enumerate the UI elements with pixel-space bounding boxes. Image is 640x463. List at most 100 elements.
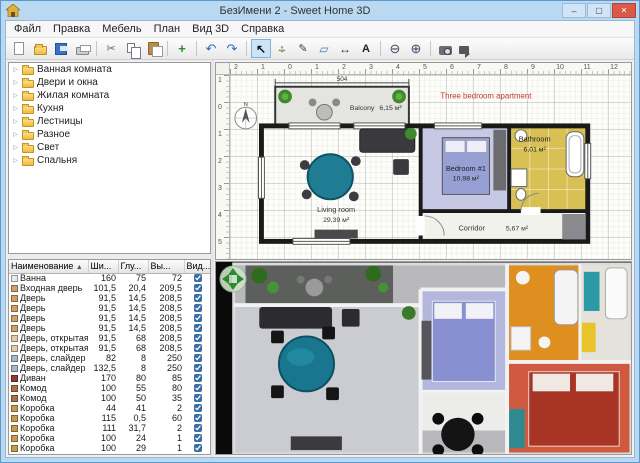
dimension-line[interactable]: 504: [275, 76, 409, 87]
close-button[interactable]: [612, 3, 636, 18]
catalog-category[interactable]: Спальня: [9, 154, 210, 167]
paste-button[interactable]: [143, 39, 163, 58]
visible-checkbox[interactable]: [194, 324, 202, 332]
compass[interactable]: N: [235, 102, 257, 129]
table-row[interactable]: Дверь91,514,5208,5: [9, 314, 211, 324]
visible-checkbox[interactable]: [194, 384, 202, 392]
toilet[interactable]: [516, 189, 526, 201]
washing-machine[interactable]: [511, 169, 527, 187]
table-row[interactable]: Диван1708085: [9, 374, 211, 384]
corridor-cabinet[interactable]: [562, 214, 586, 239]
expand-icon[interactable]: [12, 66, 19, 73]
zoom-in-button[interactable]: [406, 39, 426, 58]
create-video-button[interactable]: [456, 39, 476, 58]
column-header-name[interactable]: Наименование ▲: [9, 260, 88, 273]
plan-canvas[interactable]: 504: [230, 75, 631, 259]
table-row[interactable]: Ванна1607572: [9, 273, 211, 284]
select-button[interactable]: [251, 39, 271, 58]
visible-checkbox[interactable]: [194, 434, 202, 442]
catalog-category[interactable]: Кухня: [9, 102, 210, 115]
balcony-chair[interactable]: [309, 98, 317, 106]
table-row[interactable]: Коробка44412: [9, 404, 211, 414]
navigation-control[interactable]: [219, 265, 247, 293]
bedroom-furniture[interactable]: [442, 130, 506, 195]
print-button[interactable]: [72, 39, 92, 58]
copy-button[interactable]: [122, 39, 142, 58]
menu-item-5[interactable]: Справка: [235, 22, 290, 36]
table-row[interactable]: Дверь91,514,5208,5: [9, 324, 211, 334]
titlebar[interactable]: БезИмени 2 - Sweet Home 3D: [1, 1, 639, 20]
expand-icon[interactable]: [12, 131, 19, 138]
visible-checkbox[interactable]: [194, 304, 202, 312]
catalog-category[interactable]: Двери и окна: [9, 76, 210, 89]
visible-checkbox[interactable]: [194, 374, 202, 382]
round-table[interactable]: [308, 154, 353, 199]
tv-stand[interactable]: [315, 230, 358, 239]
column-header-height[interactable]: Вы...: [148, 260, 184, 273]
new-document-button[interactable]: [9, 39, 29, 58]
undo-button[interactable]: [201, 39, 221, 58]
plan-title[interactable]: Three bedroom apartment: [440, 92, 532, 101]
visible-checkbox[interactable]: [194, 454, 202, 456]
catalog-category[interactable]: Жилая комната: [9, 89, 210, 102]
balcony-table[interactable]: [316, 104, 332, 120]
create-rooms-button[interactable]: [314, 39, 334, 58]
armchair[interactable]: [393, 159, 409, 175]
table-row[interactable]: Коробка100241: [9, 434, 211, 444]
catalog-category[interactable]: Ванная комната: [9, 63, 210, 76]
save-button[interactable]: [51, 39, 71, 58]
visible-checkbox[interactable]: [194, 354, 202, 362]
minimize-button[interactable]: [562, 3, 586, 18]
table-row[interactable]: Коробка1150,560: [9, 414, 211, 424]
menu-item-2[interactable]: Мебель: [96, 22, 147, 36]
living-room-furniture[interactable]: [300, 128, 417, 239]
add-furniture-button[interactable]: [172, 39, 192, 58]
visible-checkbox[interactable]: [194, 424, 202, 432]
expand-icon[interactable]: [12, 144, 19, 151]
visible-checkbox[interactable]: [194, 284, 202, 292]
chair[interactable]: [302, 190, 312, 200]
chair[interactable]: [300, 160, 310, 170]
column-header-depth[interactable]: Глу...: [118, 260, 148, 273]
table-row[interactable]: Входная дверь101,520,4209,5: [9, 284, 211, 294]
table-row[interactable]: Комод1005035: [9, 394, 211, 404]
furniture-catalog[interactable]: Ванная комнатаДвери и окнаЖилая комнатаК…: [8, 62, 211, 254]
expand-icon[interactable]: [12, 105, 19, 112]
visible-checkbox[interactable]: [194, 404, 202, 412]
catalog-category[interactable]: Свет: [9, 141, 210, 154]
column-header-visible[interactable]: Вид...: [184, 260, 211, 273]
visible-checkbox[interactable]: [194, 344, 202, 352]
balcony-room[interactable]: Balcony 6,15 м²: [275, 87, 409, 126]
cut-button[interactable]: [101, 39, 121, 58]
create-walls-button[interactable]: [293, 39, 313, 58]
menu-item-4[interactable]: Вид 3D: [186, 22, 235, 36]
expand-icon[interactable]: [12, 157, 19, 164]
table-row[interactable]: Коробка11131,72: [9, 424, 211, 434]
redo-button[interactable]: [222, 39, 242, 58]
chair[interactable]: [351, 156, 361, 166]
3d-view[interactable]: [215, 261, 632, 455]
catalog-category[interactable]: Разное: [9, 128, 210, 141]
plant-icon[interactable]: [405, 128, 417, 140]
menu-item-3[interactable]: План: [148, 22, 187, 36]
visible-checkbox[interactable]: [194, 314, 202, 322]
wardrobe[interactable]: [493, 130, 506, 191]
maximize-button[interactable]: [587, 3, 611, 18]
table-row[interactable]: Дверь91,514,5208,5: [9, 304, 211, 314]
expand-icon[interactable]: [12, 92, 19, 99]
visible-checkbox[interactable]: [194, 334, 202, 342]
corridor-floor[interactable]: [423, 213, 586, 239]
table-row[interactable]: Дверь, открытая91,568208,5: [9, 344, 211, 354]
table-row[interactable]: Дверь, открытая91,568208,5: [9, 334, 211, 344]
table-row[interactable]: Коробка9033: [9, 454, 211, 456]
create-photo-button[interactable]: [435, 39, 455, 58]
menu-item-1[interactable]: Правка: [47, 22, 96, 36]
table-row[interactable]: Дверь, слайдер132,58250: [9, 364, 211, 374]
plan-view[interactable]: 21012345678910111213 10123456 504: [215, 62, 632, 260]
table-row[interactable]: Дверь91,514,5208,5: [9, 294, 211, 304]
zoom-out-button[interactable]: [385, 39, 405, 58]
expand-icon[interactable]: [12, 118, 19, 125]
catalog-category[interactable]: Лестницы: [9, 115, 210, 128]
furniture-list[interactable]: Наименование ▲ Ши... Глу... Вы... Вид...…: [8, 259, 211, 455]
table-row[interactable]: Дверь, слайдер828250: [9, 354, 211, 364]
